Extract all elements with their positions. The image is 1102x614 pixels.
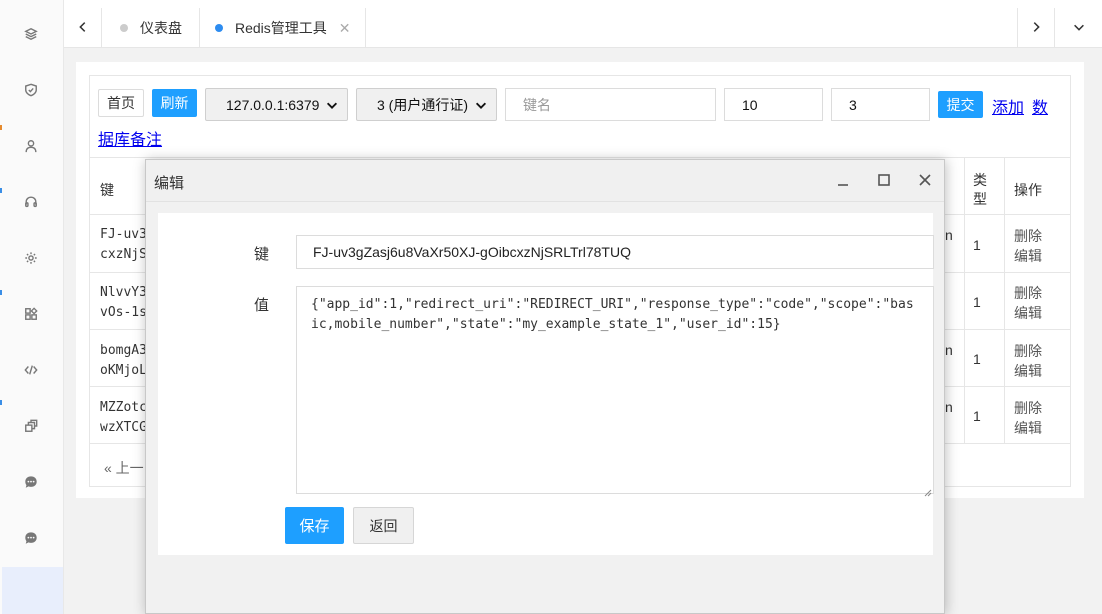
db-note-link-continued[interactable]: 据库备注	[98, 126, 162, 150]
key-label: 键	[254, 246, 270, 263]
value-label: 值	[254, 297, 270, 314]
chevron-down-icon	[1072, 20, 1086, 37]
value-text: {"app_id":1,"redirect_uri":"REDIRECT_URI…	[311, 297, 914, 332]
row-type: 1	[973, 351, 981, 367]
sidebar-item-settings[interactable]	[0, 231, 62, 287]
sidebar-item-user[interactable]	[0, 119, 62, 175]
save-button[interactable]: 保存	[285, 507, 344, 544]
tab-menu-dropdown-button[interactable]	[1056, 8, 1102, 48]
code-icon	[24, 363, 38, 380]
dialog-body: 键 FJ-uv3gZasj6u8VaXr50XJ-gOibcxzNjSRLTrl…	[158, 213, 934, 555]
sidebar-item-stack[interactable]	[0, 399, 62, 455]
row-edit-button[interactable]: 编辑	[1014, 246, 1042, 266]
chevron-down-icon	[325, 98, 339, 112]
row-key-line2: cxzNjS	[100, 247, 147, 262]
header-type: 类	[973, 172, 987, 188]
row-key-line2: vOs-1s	[100, 305, 147, 320]
row-type: 1	[973, 237, 981, 253]
column-divider	[964, 158, 965, 443]
tab-redis-tool[interactable]: Redis管理工具 ✕	[200, 8, 366, 48]
home-button[interactable]: 首页	[98, 89, 144, 117]
sidebar-item-support[interactable]	[0, 175, 62, 231]
row-value-tail: n	[945, 227, 953, 243]
tab-close-button[interactable]: ✕	[339, 20, 351, 37]
row-edit-button[interactable]: 编辑	[1014, 418, 1042, 438]
sidebar-item-apps[interactable]	[0, 287, 62, 343]
tab-scroll-right-button[interactable]	[1017, 8, 1055, 48]
refresh-button[interactable]: 刷新	[152, 89, 197, 117]
close-icon	[919, 174, 931, 186]
db-note-link[interactable]: 数	[1032, 94, 1048, 118]
tab-label: Redis管理工具	[235, 20, 327, 36]
key-name-input[interactable]: 键名	[505, 88, 716, 121]
database-select-value: 3 (用户通行证)	[377, 96, 468, 113]
chevron-down-icon	[474, 98, 488, 112]
chat-icon	[24, 531, 38, 548]
row-type: 1	[973, 294, 981, 310]
tab-status-dot	[215, 24, 223, 32]
row-type: 1	[973, 408, 981, 424]
submit-button[interactable]: 提交	[938, 91, 983, 118]
row-key-line1: MZZotc	[100, 400, 147, 415]
row-value-tail: n	[945, 399, 953, 415]
back-button[interactable]: 返回	[353, 507, 414, 544]
pager-prev-button[interactable]: « 上一	[104, 458, 144, 478]
tab-scroll-left-button[interactable]	[64, 8, 102, 48]
stack-icon	[24, 419, 38, 436]
sidebar-item-layers[interactable]	[0, 7, 62, 63]
row-edit-button[interactable]: 编辑	[1014, 303, 1042, 323]
user-icon	[24, 139, 38, 156]
headset-icon	[24, 195, 38, 212]
dialog-title: 编辑	[154, 175, 185, 192]
sidebar-item-security[interactable]	[0, 63, 62, 119]
header-actions: 操作	[1014, 182, 1042, 198]
row-delete-button[interactable]: 删除	[1014, 341, 1042, 361]
column-divider	[1004, 158, 1005, 443]
row-delete-button[interactable]: 删除	[1014, 226, 1042, 246]
minimize-icon	[838, 184, 848, 186]
tab-status-dot	[120, 24, 128, 32]
close-button[interactable]	[917, 172, 933, 188]
tab-bar: 仪表盘 Redis管理工具 ✕	[64, 0, 1102, 48]
row-value-tail: n	[945, 342, 953, 358]
limit-input[interactable]: 10	[724, 88, 823, 121]
row-key-line1: bomgA3	[100, 343, 147, 358]
server-select-value: 127.0.0.1:6379	[226, 96, 320, 113]
chevron-right-icon	[1029, 20, 1043, 37]
dialog-header[interactable]: 编辑	[146, 160, 944, 202]
chevron-left-icon	[76, 20, 90, 37]
db-index-input[interactable]: 3	[831, 88, 930, 121]
server-select[interactable]: 127.0.0.1:6379	[205, 88, 348, 121]
sidebar-item-code[interactable]	[0, 343, 62, 399]
sidebar-item-chat-2[interactable]	[0, 511, 62, 567]
row-delete-button[interactable]: 删除	[1014, 398, 1042, 418]
row-key-line1: FJ-uv3	[100, 227, 147, 242]
shield-icon	[24, 83, 38, 100]
row-delete-button[interactable]: 删除	[1014, 283, 1042, 303]
maximize-icon	[878, 174, 890, 186]
key-input[interactable]: FJ-uv3gZasj6u8VaXr50XJ-gOibcxzNjSRLTrl78…	[296, 235, 934, 269]
row-key-line2: wzXTCG	[100, 420, 147, 435]
database-select[interactable]: 3 (用户通行证)	[356, 88, 497, 121]
chat-icon	[24, 475, 38, 492]
row-key-line1: NlvvY3	[100, 285, 147, 300]
maximize-button[interactable]	[876, 172, 892, 188]
apps-icon	[24, 306, 38, 324]
sidebar-item-chat[interactable]	[0, 455, 62, 511]
minimize-button[interactable]	[835, 172, 851, 188]
edit-dialog: 编辑 键 FJ-uv3gZasj6u8VaXr50XJ-gOibcxzNjSRL…	[145, 159, 945, 614]
layers-icon	[24, 27, 38, 44]
header-key: 键	[100, 182, 114, 198]
tab-label: 仪表盘	[140, 20, 182, 36]
tab-dashboard[interactable]: 仪表盘	[102, 8, 200, 48]
sidebar-item-active[interactable]	[2, 567, 63, 614]
row-key-line2: oKMjoL	[100, 363, 147, 378]
row-edit-button[interactable]: 编辑	[1014, 361, 1042, 381]
sidebar	[0, 0, 64, 614]
add-link[interactable]: 添加	[992, 94, 1024, 118]
value-textarea[interactable]: {"app_id":1,"redirect_uri":"REDIRECT_URI…	[296, 286, 934, 497]
gear-icon	[24, 251, 38, 268]
resize-handle-icon[interactable]	[924, 484, 932, 497]
header-type-line2: 型	[973, 191, 987, 207]
